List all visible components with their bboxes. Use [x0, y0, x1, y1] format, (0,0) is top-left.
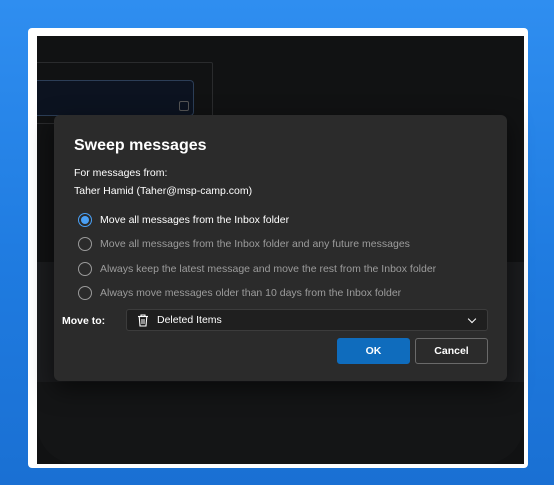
chevron-down-icon — [467, 314, 477, 324]
ok-button[interactable]: OK — [337, 338, 410, 364]
move-to-dropdown[interactable]: Deleted Items — [126, 309, 488, 331]
dialog-title: Sweep messages — [74, 137, 207, 154]
option-label: Move all messages from the Inbox folder … — [100, 238, 410, 250]
option-move-all[interactable]: Move all messages from the Inbox folder — [78, 211, 289, 229]
trash-icon — [138, 313, 148, 327]
background-input — [37, 80, 194, 116]
radio-icon[interactable] — [78, 237, 92, 251]
radio-icon[interactable] — [78, 262, 92, 276]
option-label: Always keep the latest message and move … — [100, 263, 437, 275]
background-lower — [37, 382, 524, 464]
for-messages-label: For messages from: — [74, 167, 168, 179]
move-to-label: Move to: — [62, 315, 106, 327]
background-input-icon — [179, 101, 189, 111]
option-keep-latest[interactable]: Always keep the latest message and move … — [78, 260, 436, 278]
sweep-dialog: Sweep messages For messages from: Taher … — [54, 115, 507, 381]
sender-name: Taher Hamid (Taher@msp-camp.com) — [74, 185, 253, 197]
option-move-all-future[interactable]: Move all messages from the Inbox folder … — [78, 235, 410, 253]
radio-checked-icon[interactable] — [78, 213, 92, 227]
option-label: Always move messages older than 10 days … — [100, 287, 402, 299]
move-to-value: Deleted Items — [157, 314, 222, 326]
option-label: Move all messages from the Inbox folder — [100, 214, 290, 226]
radio-icon[interactable] — [78, 286, 92, 300]
option-older-than[interactable]: Always move messages older than 10 days … — [78, 284, 401, 302]
cancel-button[interactable]: Cancel — [415, 338, 488, 364]
